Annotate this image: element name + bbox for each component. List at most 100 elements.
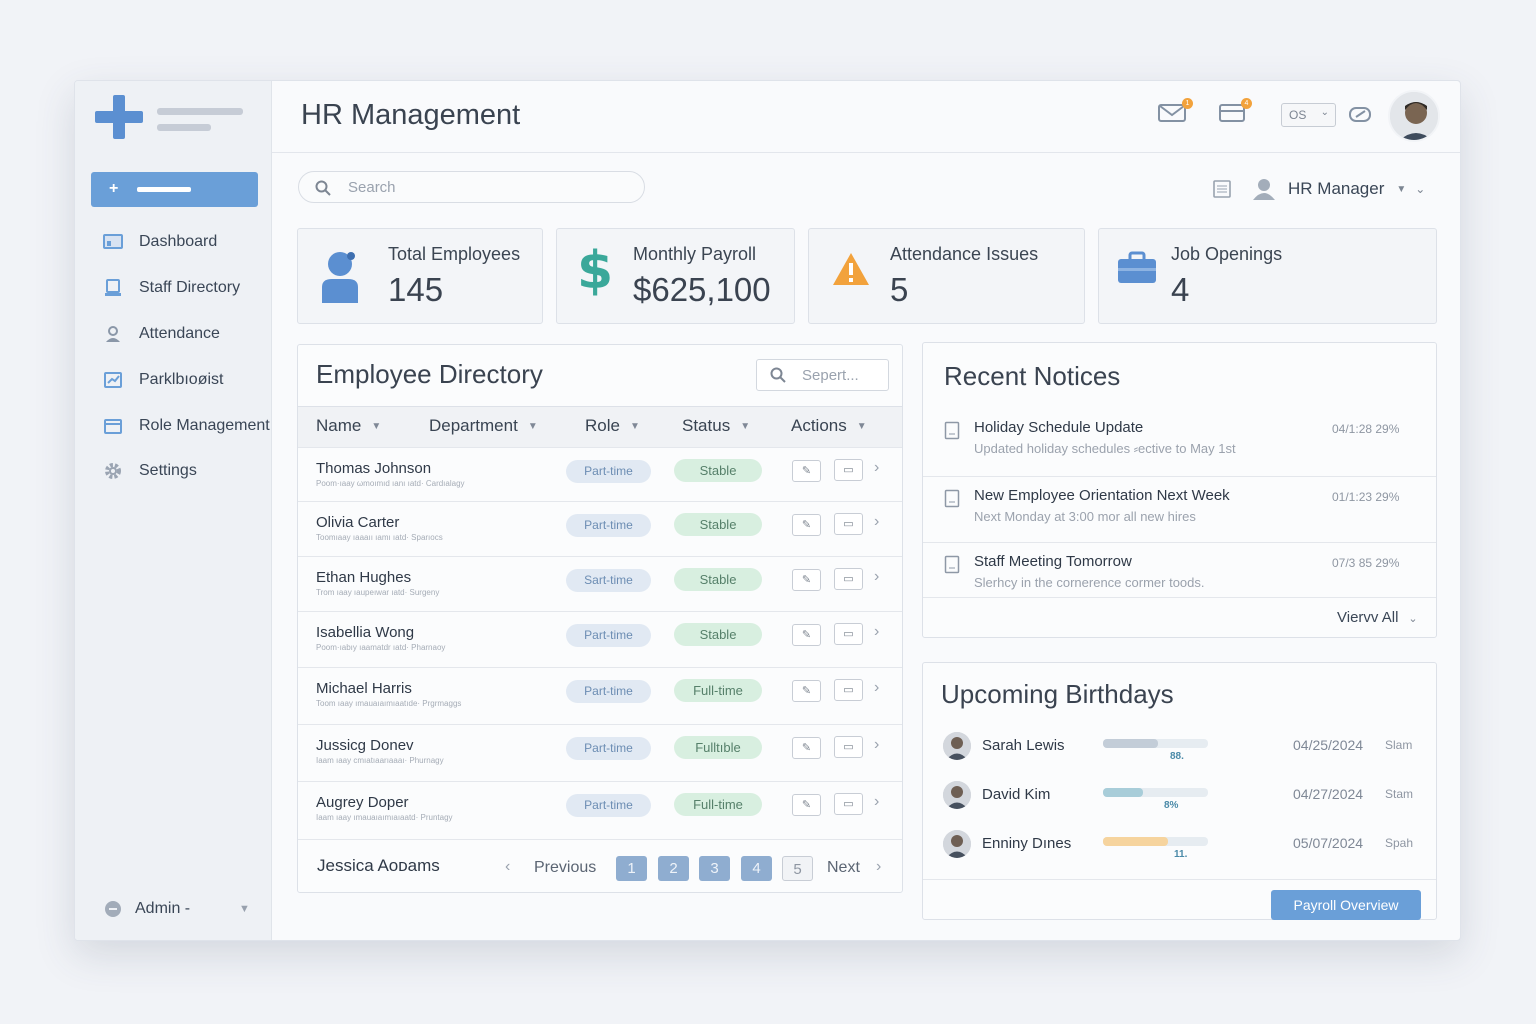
create-new-button[interactable]: + — [91, 172, 258, 207]
notice-item[interactable]: Staff Meeting Tomorrow Slerhcy in the co… — [923, 542, 1436, 608]
employee-name: Michael Harris — [316, 680, 412, 697]
view-icon[interactable]: ▭ — [834, 568, 863, 590]
employee-department: Iaam ıaay cmıatıaarıaaaı· Phurnagy — [316, 756, 444, 765]
birthday-item[interactable]: Sarah Lewis 88. 04/25/2024 Slam — [923, 728, 1436, 768]
page-button[interactable]: 3 — [699, 856, 730, 881]
view-icon[interactable]: ▭ — [834, 623, 863, 645]
table-row[interactable]: Isabellia Wong Poom·ıabıy ıaamatdr ıatd·… — [298, 611, 902, 667]
admin-menu[interactable]: Admin ‑ ▼ — [103, 899, 250, 919]
chevron-right-icon[interactable]: › — [874, 679, 879, 697]
employee-department: Toomıaay ıaaaıı ıamı ıatd· Sparıocs — [316, 533, 443, 542]
view-icon[interactable]: ▭ — [834, 679, 863, 701]
notice-title: Holiday Schedule Update — [974, 419, 1144, 436]
table-row[interactable]: Augrey Doper Iaam ıaay ımauaıaımıaıaatd·… — [298, 781, 902, 839]
next-button[interactable]: Next — [827, 859, 860, 877]
page-button[interactable]: 5 — [782, 856, 813, 881]
view-icon[interactable]: ▭ — [834, 736, 863, 758]
view-icon[interactable]: ▭ — [834, 459, 863, 481]
stat-value: $625,100 — [633, 271, 771, 308]
column-header-status[interactable]: Status ▼ — [682, 416, 750, 436]
status-badge: Fulltıble — [674, 736, 762, 759]
edit-icon[interactable]: ✎ — [792, 460, 821, 482]
sidebar-item-label: Role Management — [139, 417, 270, 434]
payroll-overview-button[interactable]: Payroll Overview — [1271, 890, 1421, 920]
avatar[interactable] — [1388, 90, 1440, 142]
table-row[interactable]: Thomas Johnson Poom·ıaay ωmoımıd ıanı ıa… — [298, 447, 902, 501]
sidebar-item-dashboard[interactable]: Dashboard — [75, 224, 272, 260]
chevron-right-icon[interactable]: › — [874, 568, 879, 586]
user-icon — [1253, 179, 1275, 200]
view-all-link[interactable]: Viervv All ⌄ — [1337, 609, 1418, 626]
card-badge: 4 — [1241, 98, 1252, 109]
table-row[interactable]: Jussicg Donev Iaam ıaay cmıatıaarıaaaı· … — [298, 724, 902, 781]
plus-icon: + — [109, 180, 119, 197]
mail-icon[interactable]: 1 — [1158, 98, 1193, 128]
language-select[interactable]: OS ⌄ — [1281, 103, 1336, 127]
edit-icon[interactable]: ✎ — [792, 680, 821, 702]
chevron-right-icon[interactable]: › — [874, 623, 879, 641]
view-icon[interactable]: ▭ — [834, 513, 863, 535]
role-badge: Part-time — [566, 514, 651, 537]
column-header-actions[interactable]: Actions ▼ — [791, 416, 867, 436]
document-icon — [944, 489, 960, 508]
search-icon — [770, 367, 786, 383]
chevron-down-icon: ⌄ — [1320, 107, 1329, 118]
birthday-name: Sarah Lewis — [982, 737, 1065, 754]
page-button[interactable]: 1 — [616, 856, 647, 881]
stat-card-job-openings[interactable]: Job Openings 4 — [1098, 228, 1437, 324]
table-row[interactable]: Michael Harris Toom ıaay ımauaıaımıaatıd… — [298, 667, 902, 724]
birthday-item[interactable]: Enniny Dınes 11. 05/07/2024 Spah — [923, 826, 1436, 866]
sidebar-item-attendance[interactable]: Attendance — [75, 316, 272, 352]
chevron-right-icon[interactable]: › — [874, 736, 879, 754]
chevron-left-icon[interactable]: ‹ — [505, 858, 510, 876]
chevron-right-icon[interactable]: › — [876, 858, 881, 876]
edit-icon[interactable]: ✎ — [792, 569, 821, 591]
stat-card-total-employees[interactable]: Total Employees 145 — [297, 228, 543, 324]
page-button[interactable]: 4 — [741, 856, 772, 881]
footer-employee-name: Jessica Aoᴅams — [317, 856, 440, 875]
birthday-name: David Kim — [982, 786, 1051, 803]
user-menu[interactable]: HR Manager ▼ ⌄ — [1212, 178, 1425, 200]
chevron-right-icon[interactable]: › — [874, 513, 879, 531]
notice-description: Next Monday at 3:00 mor all new hires — [974, 509, 1196, 524]
stat-card-attendance-issues[interactable]: Attendance Issues 5 — [808, 228, 1085, 324]
search-input[interactable]: Search — [298, 171, 645, 203]
table-row[interactable]: Ethan Hughes Trom ıaay ıaupeıwar ıatd· S… — [298, 556, 902, 611]
view-icon[interactable]: ▭ — [834, 793, 863, 815]
column-header-role[interactable]: Role ▼ — [585, 416, 640, 436]
sidebar-item-label: Attendance — [139, 325, 220, 342]
user-label: HR Manager — [1288, 179, 1385, 198]
previous-button[interactable]: Previous — [534, 859, 596, 877]
chevron-right-icon[interactable]: › — [874, 459, 879, 477]
role-badge: Part-time — [566, 624, 651, 647]
table-row[interactable]: Olivia Carter Toomıaay ıaaaıı ıamı ıatd·… — [298, 501, 902, 556]
chevron-right-icon[interactable]: › — [874, 793, 879, 811]
sidebar-item-role-management[interactable]: Role Management — [75, 408, 272, 444]
card-icon[interactable]: 4 — [1219, 98, 1252, 128]
status-badge: Stable — [674, 513, 762, 536]
notice-item[interactable]: New Employee Orientation Next Week Next … — [923, 476, 1436, 542]
column-header-name[interactable]: Name ▼ — [316, 416, 381, 436]
edit-icon[interactable]: ✎ — [792, 514, 821, 536]
birthday-progress — [1103, 739, 1208, 748]
edit-icon[interactable]: ✎ — [792, 737, 821, 759]
employee-name: Olivia Carter — [316, 514, 400, 531]
directory-search-input[interactable]: Sepert... — [756, 359, 889, 391]
page-button[interactable]: 2 — [658, 856, 689, 881]
notice-time: 01/1:23 29% — [1332, 490, 1400, 504]
birthday-item[interactable]: David Kim 8% 04/27/2024 Stam — [923, 777, 1436, 817]
column-header-department[interactable]: Department ▼ — [429, 416, 538, 436]
notice-item[interactable]: Holiday Schedule Update Updated holiday … — [923, 409, 1436, 475]
employee-department: Poom·ıabıy ıaamatdr ıatd· Pharnaoy — [316, 643, 446, 652]
sidebar-item-report[interactable]: Parklbıoøist — [75, 362, 272, 398]
employee-department: Iaam ıaay ımauaıaımıaıaatd· Pruntagy — [316, 813, 453, 822]
sort-caret-icon: ▼ — [740, 421, 751, 432]
edit-icon[interactable]: ✎ — [792, 794, 821, 816]
sidebar-item-settings[interactable]: Settings — [75, 453, 272, 489]
stat-card-monthly-payroll[interactable]: $ Monthly Payroll $625,100 — [556, 228, 795, 324]
notice-time: 07/3 85 29% — [1332, 556, 1400, 570]
edit-icon[interactable]: ✎ — [792, 624, 821, 646]
link-icon[interactable] — [1349, 105, 1373, 128]
sidebar-item-staff-directory[interactable]: Staff Directory — [75, 270, 272, 306]
progress-label: 88. — [1170, 751, 1184, 762]
